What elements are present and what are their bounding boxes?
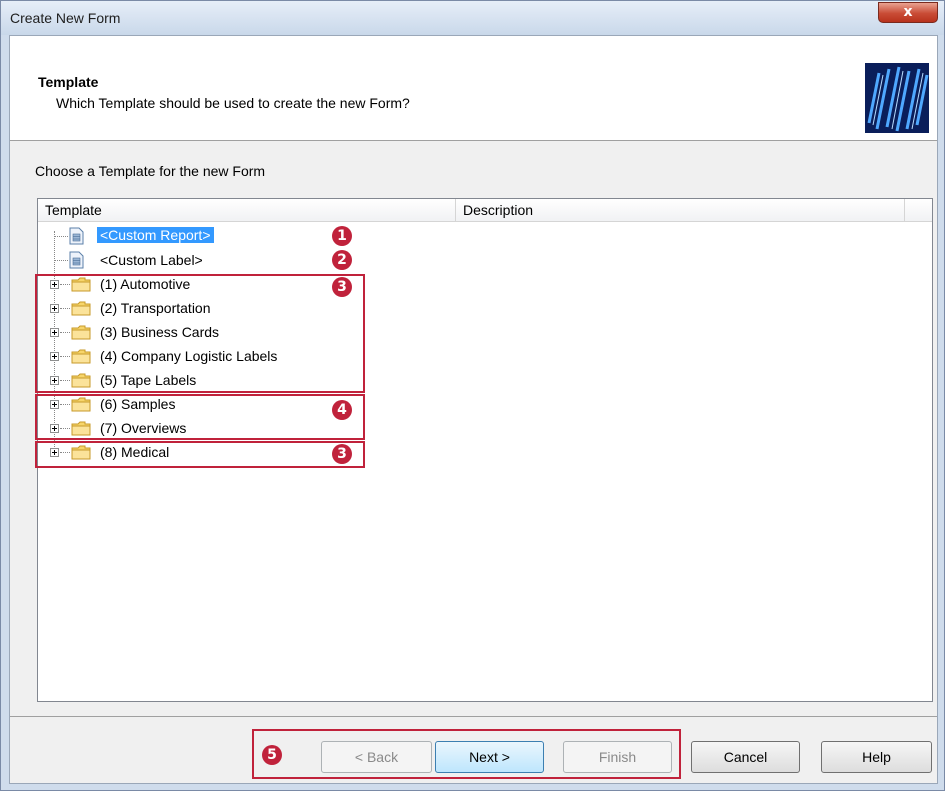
document-icon: [69, 227, 84, 245]
window-title: Create New Form: [10, 10, 121, 26]
list-header: Template Description: [38, 199, 932, 222]
list-item-label: <Custom Report>: [97, 227, 214, 243]
annotation-badge: 4: [332, 400, 352, 420]
column-description[interactable]: Description: [463, 202, 533, 218]
wizard-header: Template Which Template should be used t…: [10, 36, 937, 141]
page-title: Template: [38, 74, 99, 90]
annotation-badge: 2: [332, 250, 352, 270]
column-template[interactable]: Template: [45, 202, 102, 218]
cancel-button[interactable]: Cancel: [691, 741, 800, 773]
help-button[interactable]: Help: [821, 741, 932, 773]
column-divider[interactable]: [904, 199, 905, 221]
list-item-custom-report[interactable]: <Custom Report>: [38, 225, 458, 249]
title-bar[interactable]: Create New Form x: [1, 1, 944, 35]
wizard-logo-icon: [865, 63, 929, 133]
annotation-box: [35, 274, 365, 393]
list-item-custom-label[interactable]: <Custom Label>: [38, 249, 458, 273]
annotation-badge: 1: [332, 226, 352, 246]
annotation-badge: 3: [332, 277, 352, 297]
annotation-box: [35, 394, 365, 440]
annotation-badge: 5: [262, 745, 282, 765]
column-divider[interactable]: [455, 199, 456, 221]
annotation-box: [35, 441, 365, 468]
annotation-badge: 3: [332, 444, 352, 464]
close-button[interactable]: x: [878, 2, 938, 23]
list-item-label: <Custom Label>: [100, 252, 203, 268]
close-icon: x: [903, 4, 913, 20]
page-subtitle: Which Template should be used to create …: [56, 95, 410, 111]
section-label: Choose a Template for the new Form: [35, 163, 266, 179]
document-icon: [69, 251, 84, 269]
footer-divider: [10, 716, 937, 717]
annotation-box: [252, 729, 681, 779]
